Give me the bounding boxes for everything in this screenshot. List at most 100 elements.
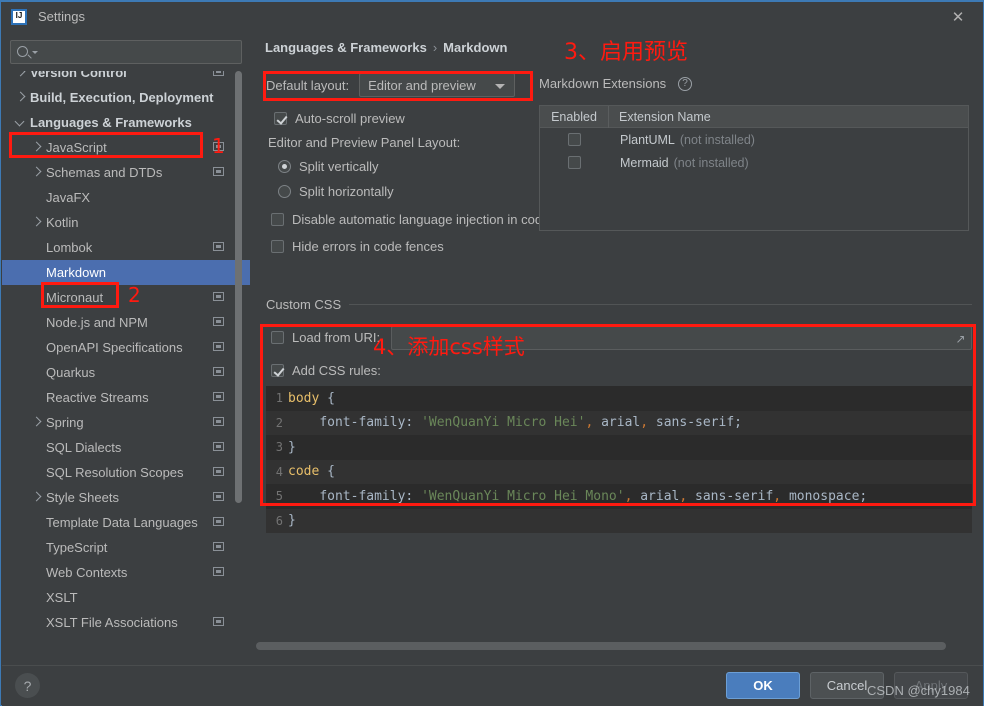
chevron-down-icon[interactable] — [16, 118, 25, 127]
code-line: 1 body { — [266, 386, 972, 411]
checkbox-box[interactable] — [271, 240, 284, 253]
code-line: 6} — [266, 508, 972, 533]
sidebar-item-label: OpenAPI Specifications — [46, 340, 183, 355]
settings-content-panel: Languages & Frameworks › Markdown Default … — [255, 31, 983, 665]
sidebar-item-template-data-languages[interactable]: Template Data Languages — [2, 510, 250, 535]
sidebar-item-markdown[interactable]: Markdown — [2, 260, 250, 285]
search-input[interactable] — [10, 40, 242, 64]
extension-enabled-cell[interactable] — [540, 156, 608, 169]
module-badge-icon — [213, 492, 224, 501]
sidebar-item-quarkus[interactable]: Quarkus — [2, 360, 250, 385]
add-css-rules-checkbox[interactable]: Add CSS rules: — [271, 363, 381, 378]
sidebar-item-xslt[interactable]: XSLT — [2, 585, 250, 610]
chevron-right-icon[interactable] — [32, 218, 41, 227]
chevron-right-icon[interactable] — [16, 93, 25, 102]
sidebar-item-typescript[interactable]: TypeScript — [2, 535, 250, 560]
load-from-uri-checkbox[interactable]: Load from URI: — [271, 330, 380, 345]
hide-errors-checkbox[interactable]: Hide errors in code fences — [271, 239, 444, 254]
sidebar-item-label: Build, Execution, Deployment — [30, 90, 214, 105]
chevron-right-icon[interactable] — [32, 493, 41, 502]
hide-errors-label: Hide errors in code fences — [292, 239, 444, 254]
sidebar-item-lombok[interactable]: Lombok — [2, 235, 250, 260]
load-from-uri-input[interactable]: ↗ — [391, 326, 972, 350]
extension-status: (not installed) — [679, 132, 755, 147]
module-badge-icon — [213, 167, 224, 176]
auto-scroll-preview-label: Auto-scroll preview — [295, 111, 405, 126]
extension-enabled-cell[interactable] — [540, 133, 608, 146]
content-horizontal-scrollbar-thumb[interactable] — [256, 642, 946, 650]
search-field-wrapper[interactable] — [10, 40, 242, 64]
default-layout-row: Default layout: Editor and preview — [266, 73, 516, 97]
line-number: 2 — [275, 415, 283, 430]
css-rules-code-editor[interactable]: 1 body { 2 font-family: 'WenQuanYi Micro H… — [266, 386, 972, 533]
sidebar-scrollbar[interactable] — [235, 71, 242, 643]
chevron-right-icon[interactable] — [16, 71, 25, 77]
settings-dialog: Settings ✕ Version Control Build, Executi… — [0, 0, 984, 706]
sidebar-item-web-contexts[interactable]: Web Contexts — [2, 560, 250, 585]
sidebar-item-reactive-streams[interactable]: Reactive Streams — [2, 385, 250, 410]
sidebar-item-kotlin[interactable]: Kotlin — [2, 210, 250, 235]
default-layout-dropdown[interactable]: Editor and preview — [359, 73, 516, 97]
sidebar-item-label: Template Data Languages — [46, 515, 198, 530]
chevron-right-icon[interactable] — [32, 168, 41, 177]
content-horizontal-scrollbar[interactable] — [255, 641, 983, 651]
extensions-table-header: Enabled Extension Name — [540, 105, 968, 128]
breadcrumb-parent[interactable]: Languages & Frameworks — [265, 40, 427, 55]
checkbox-box[interactable] — [274, 112, 287, 125]
extension-enabled-checkbox[interactable] — [567, 133, 581, 146]
auto-scroll-preview-checkbox[interactable]: Auto-scroll preview — [274, 111, 405, 126]
sidebar-item-label: Quarkus — [46, 365, 96, 380]
sidebar-item-sql-resolution-scopes[interactable]: SQL Resolution Scopes — [2, 460, 250, 485]
sidebar-item-openapi-specifications[interactable]: OpenAPI Specifications — [2, 335, 250, 360]
sidebar-item-javafx[interactable]: JavaFX — [2, 185, 250, 210]
module-badge-icon — [213, 342, 224, 351]
sidebar-item-javascript[interactable]: JavaScript — [2, 135, 250, 160]
help-circle-icon[interactable]: ? — [678, 77, 692, 91]
sidebar-item-spring[interactable]: Spring — [2, 410, 250, 435]
chevron-right-icon[interactable] — [32, 418, 41, 427]
sidebar-scrollbar-thumb[interactable] — [235, 71, 242, 503]
close-icon[interactable]: ✕ — [941, 6, 975, 28]
markdown-extensions-title: Markdown Extensions — [539, 76, 667, 91]
chevron-right-icon[interactable] — [32, 143, 41, 152]
code-text: font-family: 'WenQuanYi Micro Hei', aria… — [319, 415, 742, 431]
extension-row[interactable]: Mermaid (not installed) — [540, 151, 968, 174]
sidebar-item-label: Lombok — [46, 240, 93, 255]
custom-css-title: Custom CSS — [266, 297, 342, 312]
code-text: } — [288, 513, 296, 529]
checkbox-box[interactable] — [271, 331, 284, 344]
code-line: 4 code { — [266, 459, 972, 484]
sidebar-item-build-execution-deployment[interactable]: Build, Execution, Deployment — [2, 85, 250, 110]
checkbox-box[interactable] — [271, 364, 284, 377]
sidebar-item-schemas-and-dtds[interactable]: Schemas and DTDs — [2, 160, 250, 185]
breadcrumb-separator: › — [432, 40, 438, 55]
radio-button[interactable] — [278, 185, 291, 198]
module-badge-icon — [213, 367, 224, 376]
title-bar: Settings ✕ — [1, 2, 983, 31]
sidebar-item-languages-frameworks[interactable]: Languages & Frameworks — [2, 110, 250, 135]
radio-split-horizontally[interactable]: Split horizontally — [278, 184, 394, 199]
extension-enabled-checkbox[interactable] — [567, 156, 581, 169]
radio-split-vertically[interactable]: Split vertically — [278, 159, 378, 174]
sidebar-item-style-sheets[interactable]: Style Sheets — [2, 485, 250, 510]
sidebar-item-sql-dialects[interactable]: SQL Dialects — [2, 435, 250, 460]
sidebar-item-xslt-file-associations[interactable]: XSLT File Associations — [2, 610, 250, 635]
sidebar-item-node-js-and-npm[interactable]: Node.js and NPM — [2, 310, 250, 335]
ok-button[interactable]: OK — [726, 672, 800, 699]
chevron-down-icon[interactable] — [32, 51, 38, 54]
module-badge-icon — [213, 442, 224, 451]
browse-icon[interactable]: ↗ — [952, 330, 969, 347]
default-layout-value: Editor and preview — [368, 77, 476, 93]
sidebar-item-version-control[interactable]: Version Control — [2, 71, 250, 85]
extensions-table: Enabled Extension Name PlantUML (not inst… — [539, 105, 969, 231]
radio-button[interactable] — [278, 160, 291, 173]
sidebar-item-label: Kotlin — [46, 215, 79, 230]
checkbox-box[interactable] — [271, 213, 284, 226]
extension-row[interactable]: PlantUML (not installed) — [540, 128, 968, 151]
sidebar-item-micronaut[interactable]: Micronaut — [2, 285, 250, 310]
help-button[interactable]: ? — [15, 673, 40, 698]
